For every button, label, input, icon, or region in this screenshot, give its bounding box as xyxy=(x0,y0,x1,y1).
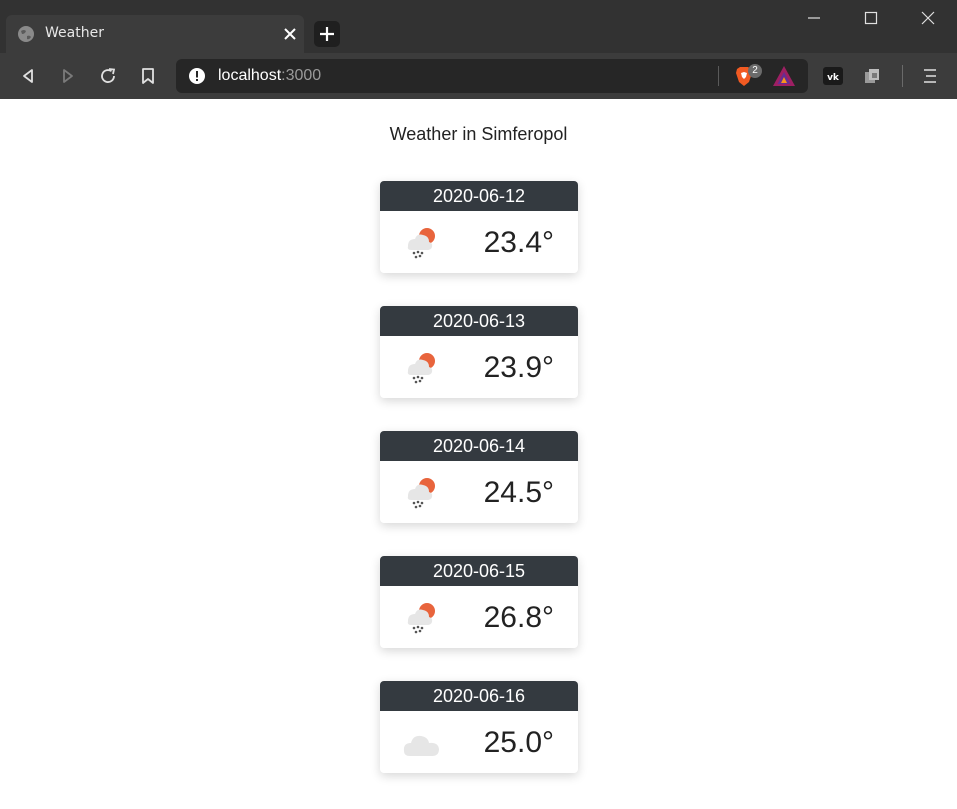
rain-sun-icon xyxy=(407,353,435,384)
close-tab-icon[interactable] xyxy=(282,26,298,42)
forecast-date: 2020-06-13 xyxy=(380,306,578,336)
forecast-card: 2020-06-15 26.8° xyxy=(380,556,578,648)
forecast-card: 2020-06-16 25.0° xyxy=(380,681,578,773)
url-text: localhost:3000 xyxy=(218,67,321,85)
globe-icon xyxy=(18,26,34,42)
new-tab-button[interactable] xyxy=(314,21,340,47)
forecast-date: 2020-06-15 xyxy=(380,556,578,586)
forecast-temperature: 26.8° xyxy=(483,601,554,634)
forecast-temperature: 24.5° xyxy=(483,476,554,509)
plus-icon xyxy=(320,27,334,41)
forecast-card: 2020-06-13 23.9° xyxy=(380,306,578,398)
forecast-temperature: 25.0° xyxy=(483,726,554,759)
extension-icon[interactable] xyxy=(863,66,883,86)
forecast-date: 2020-06-16 xyxy=(380,681,578,711)
site-info-icon[interactable] xyxy=(188,67,206,85)
rain-sun-icon xyxy=(407,228,435,259)
forecast-card: 2020-06-12 23.4° xyxy=(380,181,578,273)
browser-tab[interactable]: Weather xyxy=(6,15,304,53)
forward-icon[interactable] xyxy=(58,66,78,86)
brave-rewards-icon[interactable] xyxy=(772,65,796,87)
forecast-date: 2020-06-12 xyxy=(380,181,578,211)
url-port: :3000 xyxy=(281,67,322,84)
minimize-icon[interactable] xyxy=(806,10,822,26)
shields-count-badge: 2 xyxy=(748,64,762,78)
maximize-icon[interactable] xyxy=(863,10,879,26)
back-icon[interactable] xyxy=(18,66,38,86)
forecast-temperature: 23.9° xyxy=(483,351,554,384)
svg-text:vk: vk xyxy=(827,73,840,83)
cloud-icon xyxy=(403,735,439,756)
close-window-icon[interactable] xyxy=(920,10,936,26)
bookmark-icon[interactable] xyxy=(138,66,158,86)
forecast-card: 2020-06-14 24.5° xyxy=(380,431,578,523)
forecast-temperature: 23.4° xyxy=(483,226,554,259)
address-bar[interactable]: localhost:3000 2 xyxy=(176,59,808,93)
rain-sun-icon xyxy=(407,603,435,634)
url-host: localhost xyxy=(218,67,282,84)
browser-toolbar: localhost:3000 2 vk xyxy=(0,53,957,99)
address-bar-divider xyxy=(718,66,719,86)
page-title: Weather in Simferopol xyxy=(389,124,568,144)
reload-icon[interactable] xyxy=(98,66,118,86)
tab-title: Weather xyxy=(45,25,104,41)
menu-icon[interactable] xyxy=(920,66,940,86)
rain-sun-icon xyxy=(407,478,435,509)
toolbar-divider xyxy=(902,65,903,87)
vk-extension-icon[interactable]: vk xyxy=(823,66,843,86)
browser-tab-bar: Weather xyxy=(0,0,957,53)
forecast-date: 2020-06-14 xyxy=(380,431,578,461)
